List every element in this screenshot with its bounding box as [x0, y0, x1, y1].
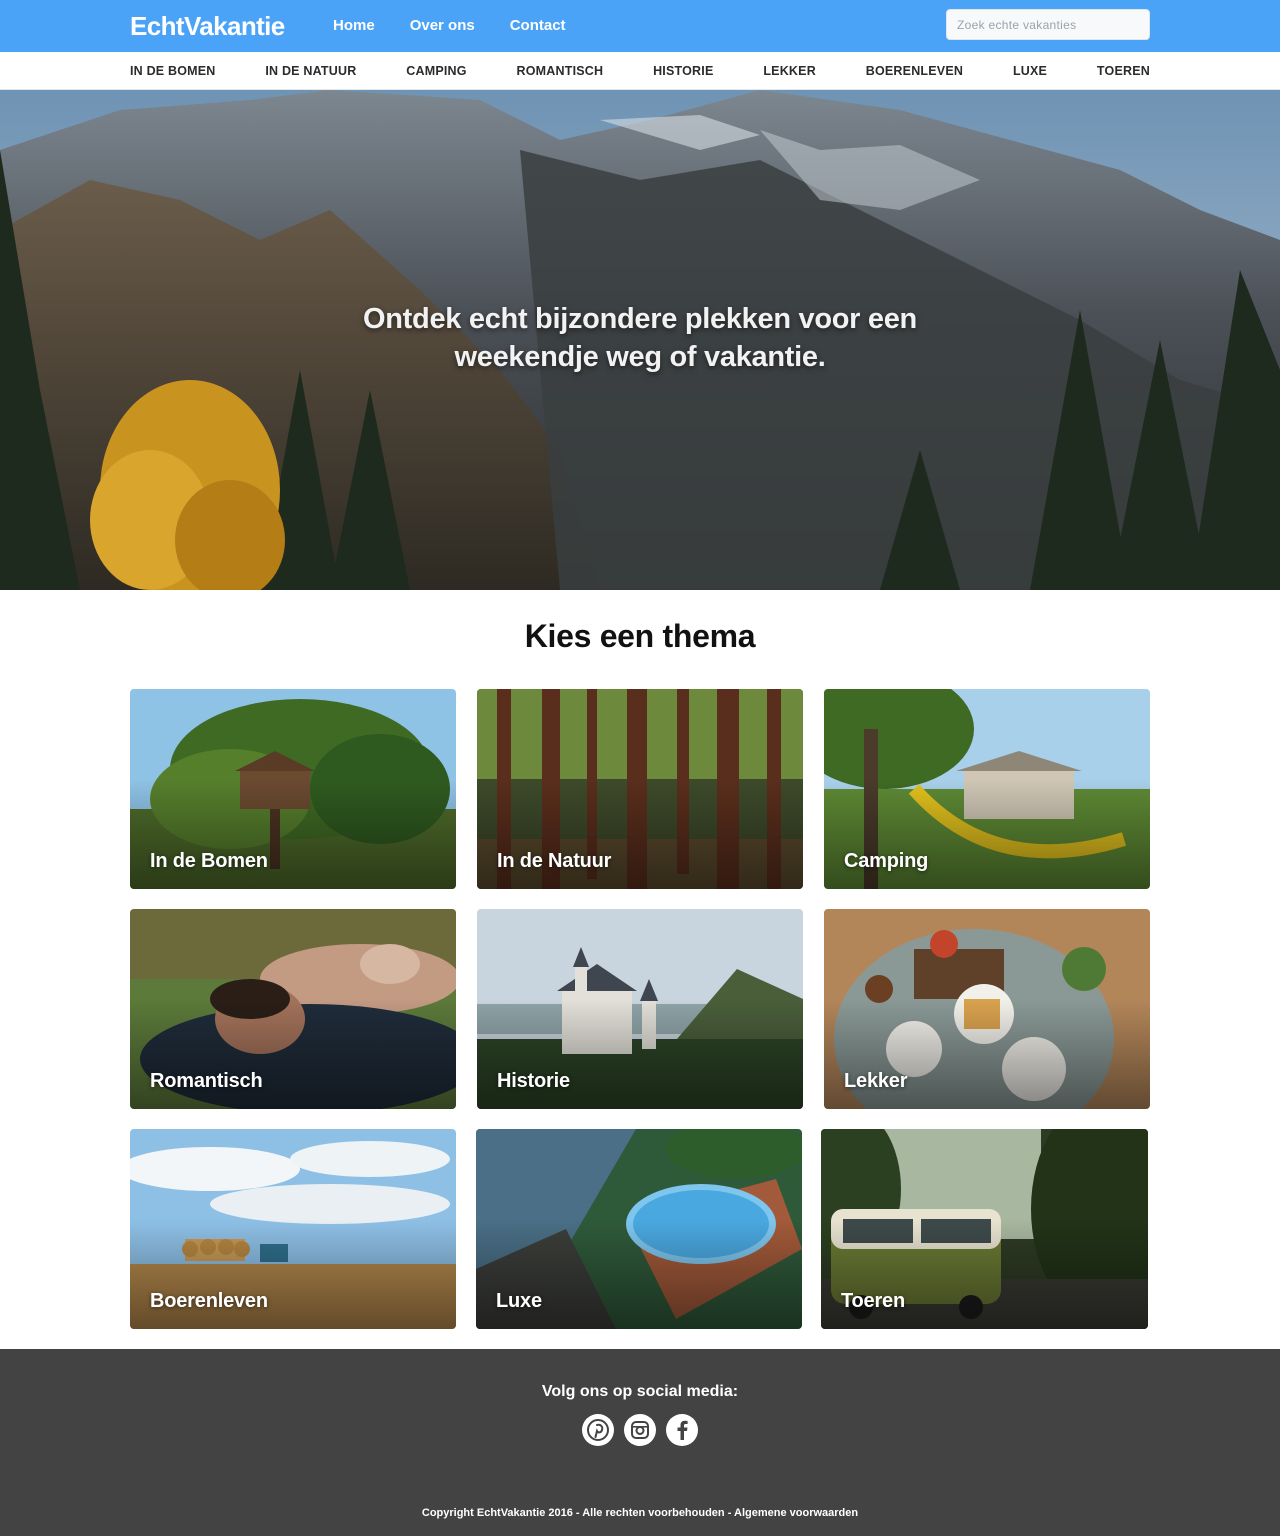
theme-card-label: Romantisch — [150, 1070, 263, 1092]
category-historie[interactable]: HISTORIE — [653, 64, 713, 78]
copyright-text: Copyright EchtVakantie 2016 - Alle recht… — [421, 1507, 859, 1519]
hero-headline: Ontdek echt bijzondere plekken voor een … — [363, 303, 917, 373]
theme-card-toeren[interactable]: Toeren — [821, 1129, 1148, 1329]
main-nav: Home Over ons Contact — [333, 17, 601, 34]
theme-card-luxe[interactable]: Luxe — [476, 1129, 802, 1329]
theme-card-label: In de Natuur — [497, 850, 612, 872]
theme-card-label: Camping — [844, 850, 929, 872]
nav-home-link[interactable]: Home — [333, 17, 375, 34]
theme-card-camping[interactable]: Camping — [824, 689, 1150, 889]
category-lekker[interactable]: LEKKER — [763, 64, 816, 78]
instagram-icon[interactable] — [624, 1414, 656, 1446]
nav-about-link[interactable]: Over ons — [410, 17, 475, 34]
category-boerenleven[interactable]: BOERENLEVEN — [866, 64, 963, 78]
theme-card-in-de-natuur[interactable]: In de Natuur — [477, 689, 803, 889]
theme-card-label: Luxe — [496, 1290, 542, 1312]
theme-card-label: Boerenleven — [150, 1290, 268, 1312]
category-in-de-natuur[interactable]: IN DE NATUUR — [265, 64, 356, 78]
nav-contact-link[interactable]: Contact — [510, 17, 566, 34]
theme-card-label: Toeren — [841, 1290, 905, 1312]
theme-card-historie[interactable]: Historie — [477, 909, 803, 1109]
theme-card-label: Historie — [497, 1070, 570, 1092]
category-bar: IN DE BOMEN IN DE NATUUR CAMPING ROMANTI… — [0, 52, 1280, 90]
category-camping[interactable]: CAMPING — [406, 64, 466, 78]
category-in-de-bomen[interactable]: IN DE BOMEN — [130, 64, 216, 78]
theme-card-boerenleven[interactable]: Boerenleven — [130, 1129, 456, 1329]
pinterest-icon[interactable] — [582, 1414, 614, 1446]
theme-card-lekker[interactable]: Lekker — [824, 909, 1150, 1109]
themes-title: Kies een thema — [524, 618, 756, 654]
social-links — [582, 1414, 698, 1446]
category-toeren[interactable]: TOEREN — [1097, 64, 1150, 78]
site-logo[interactable]: EchtVakantie — [130, 11, 285, 42]
theme-card-label: Lekker — [844, 1070, 908, 1092]
search-input[interactable] — [946, 9, 1150, 40]
theme-card-label: In de Bomen — [150, 850, 268, 872]
top-bar: EchtVakantie Home Over ons Contact — [0, 0, 1280, 52]
facebook-icon[interactable] — [666, 1414, 698, 1446]
theme-card-romantisch[interactable]: Romantisch — [130, 909, 456, 1109]
follow-label: Volg ons op social media: — [541, 1383, 739, 1400]
category-luxe[interactable]: LUXE — [1013, 64, 1047, 78]
footer: Volg ons op social media: Copyright Echt… — [0, 1349, 1280, 1536]
theme-card-in-de-bomen[interactable]: In de Bomen — [130, 689, 456, 889]
category-romantisch[interactable]: ROMANTISCH — [517, 64, 604, 78]
hero-banner: Ontdek echt bijzondere plekken voor een … — [0, 90, 1280, 590]
